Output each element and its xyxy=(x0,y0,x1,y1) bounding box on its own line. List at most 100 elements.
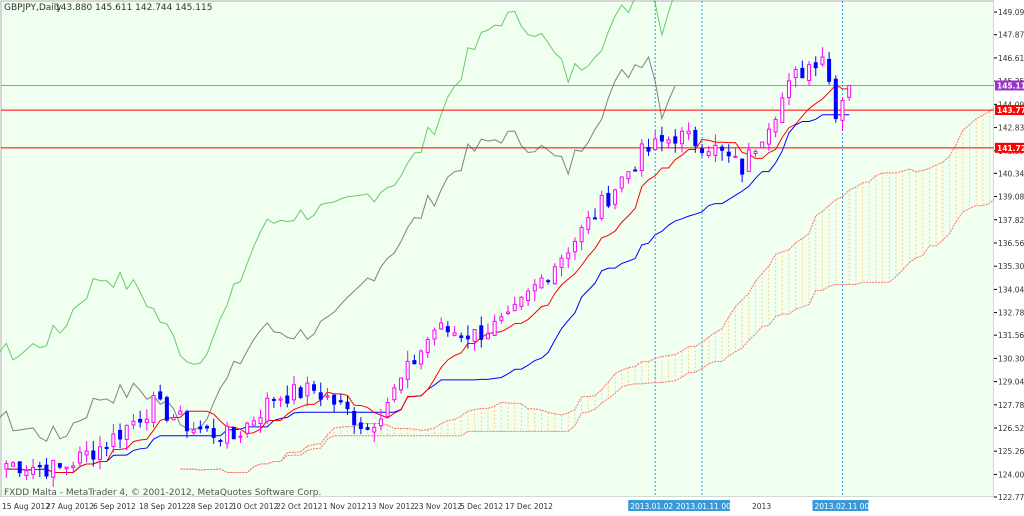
time-tick-label: 6 Sep 2012 xyxy=(93,502,136,511)
level-label: 141.729 xyxy=(997,144,1024,153)
candle-body xyxy=(171,417,176,421)
candle-body xyxy=(820,56,825,65)
candle-body xyxy=(352,410,357,426)
price-tick-label: 137.825 xyxy=(998,216,1024,225)
candle-body xyxy=(57,463,62,468)
candle-body xyxy=(740,158,745,175)
candle-body xyxy=(519,296,524,307)
candle-body xyxy=(432,329,437,340)
candle-body xyxy=(405,360,410,380)
price-tick-label: 126.520 xyxy=(998,424,1024,433)
candle-body xyxy=(766,128,771,145)
price-tick-label: 127.780 xyxy=(998,401,1024,410)
candle-body xyxy=(138,418,143,423)
candle-body xyxy=(4,463,9,470)
price-tick-label: 134.045 xyxy=(998,285,1024,294)
candle-body xyxy=(231,426,236,440)
plot-background xyxy=(0,0,995,498)
candle-body xyxy=(258,417,263,425)
candle-body xyxy=(164,397,169,421)
candle-body xyxy=(325,395,330,398)
candle-body xyxy=(439,322,444,330)
candle-body xyxy=(646,147,651,152)
candle-body xyxy=(118,429,123,440)
time-tick-label: 23 Nov 2012 xyxy=(414,502,462,511)
price-tick-label: 125.260 xyxy=(998,447,1024,456)
candle-body xyxy=(24,470,29,476)
candle-body xyxy=(291,384,296,401)
candle-body xyxy=(425,338,430,353)
candle-body xyxy=(151,395,156,423)
time-tick-label: 28 Sep 2012 xyxy=(186,502,234,511)
candle-body xyxy=(251,420,256,426)
time-tick-label: 13 Nov 2012 xyxy=(367,502,415,511)
candle-body xyxy=(17,461,22,474)
candle-body xyxy=(666,139,671,144)
candle-body xyxy=(713,144,718,156)
candle-body xyxy=(700,148,705,153)
candle-body xyxy=(726,151,731,157)
candle-body xyxy=(372,426,377,433)
candle-body xyxy=(111,433,116,447)
candle-body xyxy=(639,143,644,172)
time-tick-label: 15 Aug 2012 xyxy=(2,502,50,511)
candle-body xyxy=(445,326,450,333)
time-tick-label: 18 Sep 2012 xyxy=(139,502,187,511)
candle-body xyxy=(760,141,765,149)
candle-body xyxy=(780,97,785,123)
time-tick-label: 1 Nov 2012 xyxy=(323,502,366,511)
candle-body xyxy=(51,460,56,478)
candle-body xyxy=(378,418,383,427)
candle-body xyxy=(619,176,624,189)
candle-body xyxy=(392,387,397,401)
candle-body xyxy=(807,64,812,81)
chart-window[interactable]: 149.095147.870146.610145.350144.090142.8… xyxy=(0,0,1024,512)
candle-body xyxy=(479,325,484,340)
candle-body xyxy=(44,464,49,477)
candle-body xyxy=(312,384,317,391)
candle-body xyxy=(586,217,591,230)
candle-body xyxy=(271,398,276,401)
candle-body xyxy=(472,329,477,342)
candle-body xyxy=(512,303,517,312)
candle-body xyxy=(97,446,102,460)
candle-body xyxy=(84,450,89,456)
candle-body xyxy=(184,411,189,432)
candle-body xyxy=(827,58,832,82)
price-tick-label: 130.300 xyxy=(998,354,1024,363)
candle-body xyxy=(198,426,203,430)
price-tick-label: 139.085 xyxy=(998,193,1024,202)
price-tick-label: 149.095 xyxy=(998,8,1024,17)
candle-body xyxy=(793,69,798,79)
candle-body xyxy=(278,398,283,401)
price-tick-label: 122.775 xyxy=(998,493,1024,502)
candle-body xyxy=(358,422,363,429)
candle-body xyxy=(11,462,16,467)
candle-body xyxy=(365,427,370,430)
candle-body xyxy=(412,360,417,365)
candle-body xyxy=(506,311,511,315)
candle-body xyxy=(91,450,96,460)
candle-body xyxy=(706,151,711,157)
candle-body xyxy=(572,240,577,253)
candle-body xyxy=(37,465,42,468)
candle-body xyxy=(559,257,564,268)
candle-body xyxy=(77,451,82,464)
candle-body xyxy=(773,118,778,133)
price-tick-label: 132.785 xyxy=(998,309,1024,318)
candle-body xyxy=(592,217,597,220)
price-tick-label: 146.610 xyxy=(998,54,1024,63)
price-tick-label: 135.305 xyxy=(998,262,1024,271)
time-tick-label: 2013 xyxy=(752,502,771,511)
candle-body xyxy=(606,192,611,207)
candle-body xyxy=(526,290,531,302)
candle-body xyxy=(225,425,230,444)
ohlc-readout: 143.880 145.611 142.744 145.115 xyxy=(55,3,212,13)
price-chart[interactable]: 149.095147.870146.610145.350144.090142.8… xyxy=(0,0,1024,512)
time-tick-label: 5 Dec 2012 xyxy=(460,502,503,511)
candle-body xyxy=(465,335,470,340)
candle-body xyxy=(218,439,223,442)
price-tick-label: 124.000 xyxy=(998,470,1024,479)
candle-body xyxy=(338,400,343,403)
time-tick-label: 17 Dec 2012 xyxy=(505,502,553,511)
